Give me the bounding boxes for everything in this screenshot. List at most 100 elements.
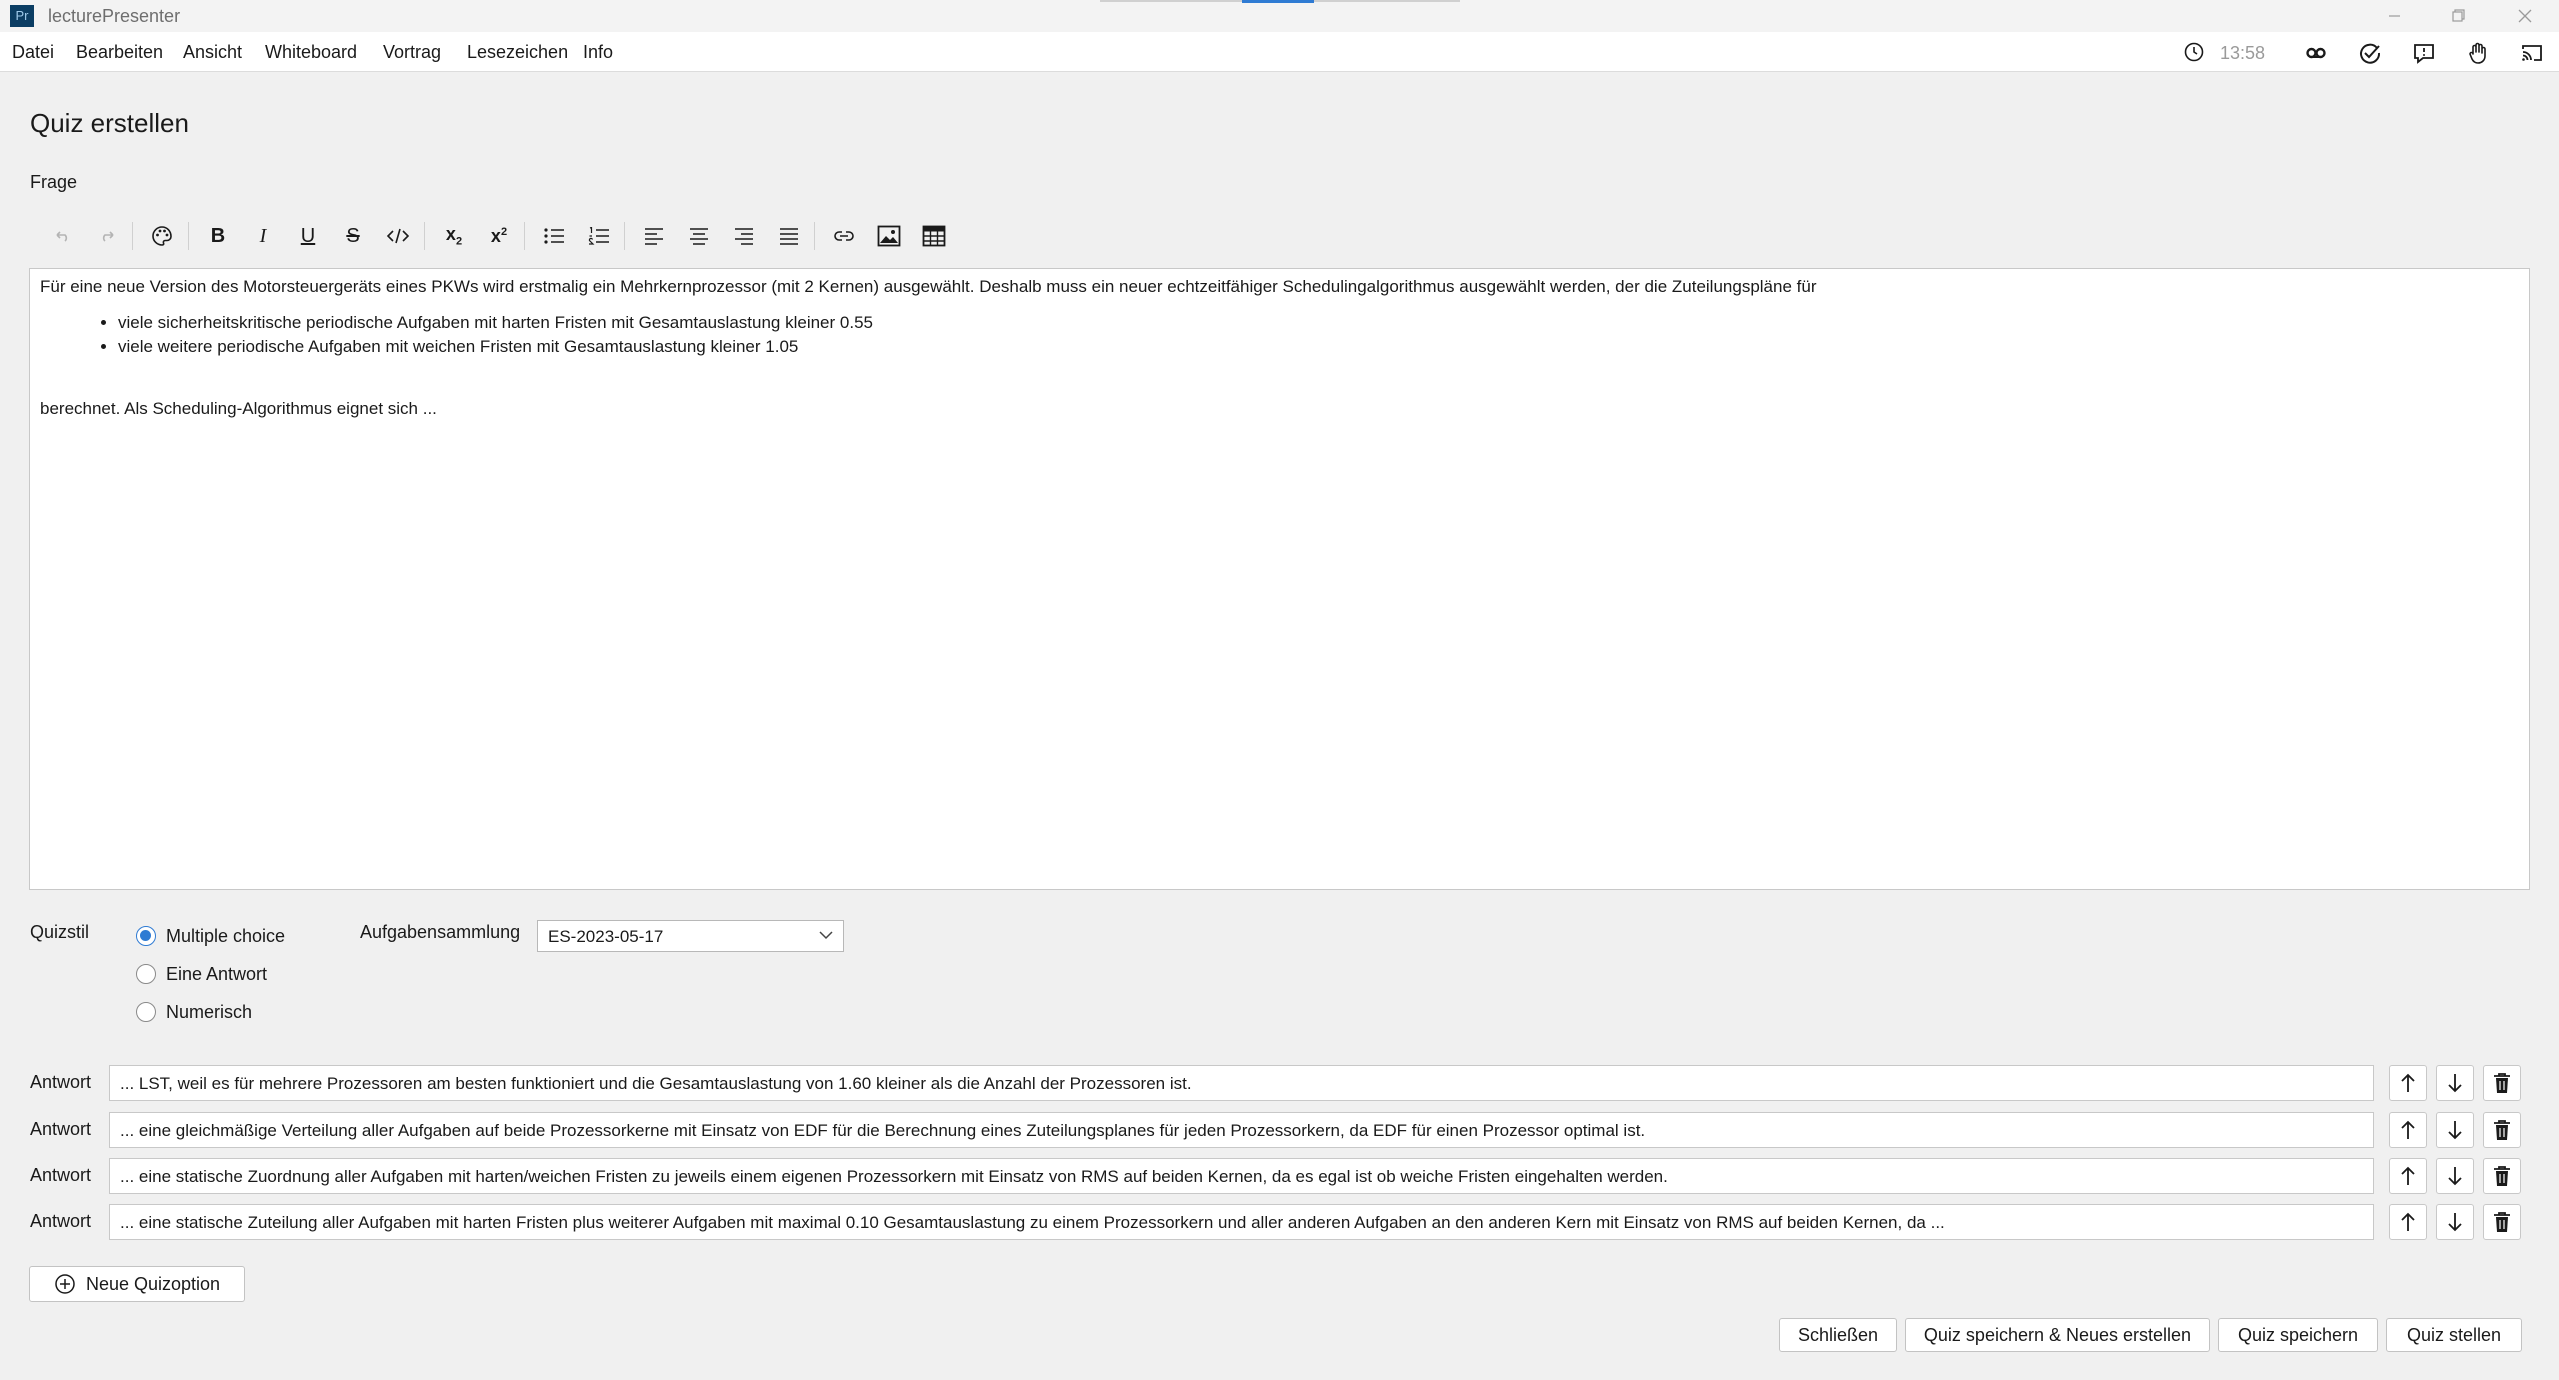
toolbar-separator [132,222,133,250]
radio-button[interactable] [136,1002,156,1022]
menu-ansicht[interactable]: Ansicht [183,42,242,63]
move-down-button[interactable] [2436,1158,2474,1194]
redo-button[interactable] [88,216,128,256]
move-down-button[interactable] [2436,1065,2474,1101]
close-button[interactable]: Schließen [1779,1318,1897,1352]
align-right-icon [735,228,753,245]
answer-row: Antwort ... eine statische Zuteilung all… [0,1202,2559,1242]
align-right-button[interactable] [724,216,764,256]
move-down-button[interactable] [2436,1112,2474,1148]
toolbar-separator [814,222,815,250]
code-button[interactable] [378,216,418,256]
strikethrough-button[interactable]: S [333,216,373,256]
align-justify-button[interactable] [769,216,809,256]
answer-input[interactable]: ... eine statische Zuordnung aller Aufga… [109,1158,2374,1194]
underline-button[interactable]: U [288,216,328,256]
bullet-list-button[interactable] [534,216,574,256]
align-left-icon [645,228,663,245]
toolbar-separator [424,222,425,250]
radio-eine-antwort[interactable]: Eine Antwort [136,961,267,987]
undo-button[interactable] [42,216,82,256]
table-button[interactable] [914,216,954,256]
start-quiz-button[interactable]: Quiz stellen [2386,1318,2522,1352]
recording-icon[interactable] [2303,40,2329,66]
radio-button-checked[interactable] [136,926,156,946]
delete-answer-button[interactable] [2483,1158,2521,1194]
delete-answer-button[interactable] [2483,1112,2521,1148]
link-icon [834,231,854,241]
close-icon [2518,9,2532,23]
trash-icon [2494,1166,2510,1186]
radio-multiple-choice[interactable]: Multiple choice [136,923,285,949]
restore-button[interactable] [2428,0,2488,32]
question-intro: Für eine neue Version des Motorsteuerger… [40,277,1817,296]
answer-input[interactable]: ... LST, weil es für mehrere Prozessoren… [109,1065,2374,1101]
link-button[interactable] [824,216,864,256]
answer-input[interactable]: ... eine statische Zuteilung aller Aufga… [109,1204,2374,1240]
app-logo: Pr [10,5,34,27]
menu-lesezeichen[interactable]: Lesezeichen [467,42,568,63]
active-screen-tab[interactable] [1242,0,1314,3]
trash-icon [2494,1073,2510,1093]
menu-datei[interactable]: Datei [12,42,54,63]
collection-select[interactable]: ES-2023-05-17 [537,920,844,952]
move-up-button[interactable] [2389,1065,2427,1101]
clock-icon [2184,42,2204,62]
bold-icon: B [210,224,226,247]
page-title: Quiz erstellen [30,108,189,138]
menu-bearbeiten[interactable]: Bearbeiten [76,42,163,63]
minimize-button[interactable] [2364,0,2424,32]
editor-toolbar: B I U S x2 x2 [30,216,980,256]
image-button[interactable] [869,216,909,256]
save-and-new-button[interactable]: Quiz speichern & Neues erstellen [1905,1318,2210,1352]
save-quiz-button[interactable]: Quiz speichern [2218,1318,2378,1352]
bold-button[interactable]: B [198,216,238,256]
move-up-button[interactable] [2389,1158,2427,1194]
close-window-button[interactable] [2495,0,2555,32]
underline-icon: U [300,224,316,247]
italic-button[interactable]: I [243,216,283,256]
numbered-list-button[interactable] [579,216,619,256]
answer-input[interactable]: ... eine gleichmäßige Verteilung aller A… [109,1112,2374,1148]
move-down-button[interactable] [2436,1204,2474,1240]
align-justify-icon [780,228,798,245]
code-icon [386,228,410,244]
screen-tab-bar[interactable] [1100,0,1460,3]
quiz-style-label: Quizstil [30,922,90,942]
move-up-button[interactable] [2389,1112,2427,1148]
menu-info[interactable]: Info [583,42,613,63]
menu-bar: Datei Bearbeiten Ansicht Whiteboard Vort… [0,32,2559,72]
answer-row: Antwort ... eine gleichmäßige Verteilung… [0,1110,2559,1150]
radio-numerisch[interactable]: Numerisch [136,999,252,1025]
window-title: lecturePresenter [48,6,181,26]
radio-button[interactable] [136,964,156,984]
delete-answer-button[interactable] [2483,1065,2521,1101]
italic-icon: I [259,224,267,247]
new-quiz-option-label: Neue Quizoption [85,1273,221,1294]
minimize-icon [2389,15,2400,17]
menu-whiteboard[interactable]: Whiteboard [265,42,357,63]
question-bullet: viele weitere periodische Aufgaben mit w… [118,335,2519,359]
chat-icon[interactable] [2411,40,2437,66]
check-circle-icon[interactable] [2357,40,2383,66]
subscript-button[interactable]: x2 [434,216,474,256]
new-quiz-option-button[interactable]: Neue Quizoption [29,1266,245,1302]
cast-icon[interactable] [2519,40,2545,66]
align-left-button[interactable] [634,216,674,256]
strikethrough-icon: S [346,224,360,247]
radio-label: Eine Antwort [166,963,268,984]
radio-label: Multiple choice [166,925,286,946]
question-editor[interactable]: Für eine neue Version des Motorsteuerger… [29,268,2530,890]
menu-vortrag[interactable]: Vortrag [383,42,441,63]
redo-icon [102,231,114,242]
question-bullet-list: viele sicherheitskritische periodische A… [118,311,2519,359]
move-up-button[interactable] [2389,1204,2427,1240]
text-color-button[interactable] [142,216,182,256]
align-center-button[interactable] [679,216,719,256]
superscript-button[interactable]: x2 [479,216,519,256]
clock-time: 13:58 [2220,43,2266,63]
answer-row: Antwort ... eine statische Zuordnung all… [0,1156,2559,1196]
hand-icon[interactable] [2465,40,2491,66]
plus-circle-icon [55,1274,75,1294]
delete-answer-button[interactable] [2483,1204,2521,1240]
